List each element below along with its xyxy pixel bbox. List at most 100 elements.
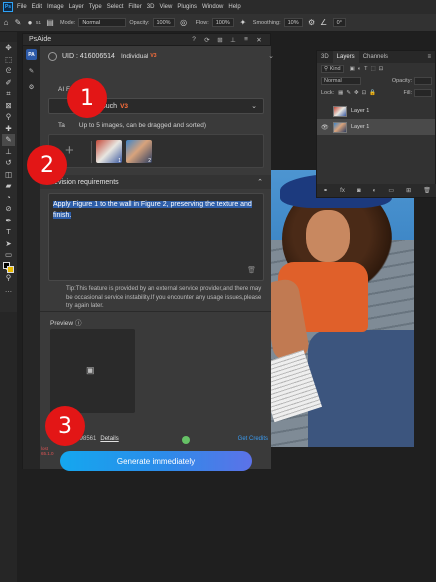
menu-select[interactable]: Select	[107, 4, 124, 10]
add-image-icon[interactable]: +	[65, 142, 74, 159]
menu-edit[interactable]: Edit	[32, 4, 42, 10]
dodge-tool-icon[interactable]: ⊘	[2, 203, 15, 215]
mask-icon[interactable]: ◙	[357, 188, 361, 194]
crop-tool-icon[interactable]: ⌗	[2, 88, 15, 100]
quick-select-tool-icon[interactable]: ✐	[2, 77, 15, 89]
stamp-tool-icon[interactable]: ⊥	[2, 146, 15, 158]
eraser-tool-icon[interactable]: ◫	[2, 169, 15, 181]
frame-tool-icon[interactable]: ⊠	[2, 100, 15, 112]
menu-file[interactable]: File	[17, 4, 27, 10]
layers-panel: 3D Layers Channels ≡ ⚲ Kind ▣◐T⬚⊡ Normal…	[316, 50, 436, 198]
close-icon[interactable]: ✕	[254, 36, 264, 44]
layer-opacity-input[interactable]	[414, 77, 432, 85]
image-thumbnail[interactable]: 1	[96, 140, 122, 164]
opacity-input[interactable]: 100%	[152, 18, 175, 27]
chevron-up-icon[interactable]: ⌃	[257, 178, 263, 186]
menu-help[interactable]: Help	[228, 4, 240, 10]
image-upload-area[interactable]: + 1 2	[48, 134, 264, 168]
kind-filter-select[interactable]: ⚲ Kind	[321, 65, 344, 73]
menu-layer[interactable]: Layer	[69, 4, 84, 10]
generate-button[interactable]: Generate immediately	[60, 451, 252, 471]
photoshop-logo: Ps	[3, 2, 13, 12]
gradient-tool-icon[interactable]: ▰	[2, 180, 15, 192]
healing-tool-icon[interactable]: ✚	[2, 123, 15, 135]
tab-3d[interactable]: 3D	[317, 51, 333, 63]
menu-view[interactable]: View	[159, 4, 172, 10]
marquee-tool-icon[interactable]: ⬚	[2, 54, 15, 66]
menu-plugins[interactable]: Plugins	[177, 4, 197, 10]
brush-tool-icon[interactable]: ✎	[12, 18, 24, 27]
menu-3d[interactable]: 3D	[147, 4, 155, 10]
filter-icons[interactable]: ▣◐T⬚⊡	[350, 66, 387, 72]
gear-icon[interactable]: ⚙	[306, 18, 318, 27]
pen-tool-icon[interactable]: ✒	[2, 215, 15, 227]
group-icon[interactable]: ▭	[388, 187, 394, 194]
layer-filter-row: ⚲ Kind ▣◐T⬚⊡	[317, 63, 435, 75]
angle-icon[interactable]: ∠	[318, 18, 330, 27]
eye-icon[interactable]: 👁	[321, 124, 329, 131]
menu-type[interactable]: Type	[89, 4, 102, 10]
lasso-tool-icon[interactable]: ᘓ	[2, 65, 15, 77]
brush-tool-icon[interactable]: ✎	[2, 134, 15, 146]
history-brush-icon[interactable]: ↺	[2, 157, 15, 169]
move-tool-icon[interactable]: ✥	[2, 42, 15, 54]
menu-window[interactable]: Window	[202, 4, 223, 10]
step-marker-3: 3	[45, 406, 85, 446]
fill-input[interactable]	[414, 89, 432, 97]
gear-icon[interactable]: ⚙	[26, 82, 37, 93]
more-tools-icon[interactable]: …	[2, 284, 15, 296]
get-credits-link[interactable]: Get Credits	[238, 436, 268, 442]
panel-menu-icon[interactable]: ≡	[423, 51, 435, 63]
angle-input[interactable]: 0°	[332, 18, 346, 27]
fx-icon[interactable]: fx	[340, 188, 345, 194]
images-hint: Ta Up to 5 images, can be dragged and sor…	[58, 122, 207, 129]
pressure-opacity-icon[interactable]: ◎	[178, 18, 190, 27]
tab-channels[interactable]: Channels	[359, 51, 392, 63]
link-layers-icon[interactable]: ⚭	[323, 187, 328, 194]
document-image[interactable]	[268, 170, 414, 447]
trash-icon[interactable]: 🗑	[247, 265, 256, 276]
background-color-swatch[interactable]	[7, 266, 14, 273]
new-layer-icon[interactable]: ⊞	[406, 187, 411, 194]
tab-layers[interactable]: Layers	[332, 51, 359, 63]
type-tool-icon[interactable]: T	[2, 226, 15, 238]
flow-input[interactable]: 100%	[211, 18, 234, 27]
details-link[interactable]: Details	[100, 436, 118, 442]
adjustment-icon[interactable]: ◐	[373, 188, 377, 194]
brush-settings-icon[interactable]: ▤	[44, 18, 56, 27]
layer-row[interactable]: Layer 1	[317, 103, 435, 119]
menu-icon[interactable]: ≡	[241, 36, 251, 43]
path-select-tool-icon[interactable]: ➤	[2, 238, 15, 250]
mode-select[interactable]: Normal	[78, 18, 127, 27]
eyedropper-tool-icon[interactable]: ⚲	[2, 111, 15, 123]
airbrush-icon[interactable]: ✦	[237, 18, 249, 27]
brush-icon[interactable]: ✎	[26, 66, 37, 77]
zoom-tool-icon[interactable]: ⚲	[2, 272, 15, 284]
settings-icon[interactable]: ⊞	[215, 36, 225, 44]
info-icon[interactable]: ⓘ	[75, 320, 82, 327]
lock-icons[interactable]: ▦✎✥⊡🔒	[338, 90, 379, 96]
lock-row: Lock: ▦✎✥⊡🔒 Fill:	[317, 87, 435, 99]
revision-textarea[interactable]: Apply Figure 1 to the wall in Figure 2, …	[48, 193, 264, 281]
blur-tool-icon[interactable]: ◔	[2, 192, 15, 204]
step-marker-1: 1	[67, 78, 107, 118]
menu-image[interactable]: Image	[47, 4, 64, 10]
home-icon[interactable]: ⌂	[0, 18, 12, 27]
menu-filter[interactable]: Filter	[128, 4, 141, 10]
trash-icon[interactable]: 🗑	[423, 187, 431, 194]
blend-mode-select[interactable]: Normal	[321, 77, 361, 85]
pin-icon[interactable]: ⊥	[228, 36, 238, 44]
tip-text: Tip:This feature is provided by an exter…	[66, 286, 262, 309]
rectangle-tool-icon[interactable]: ▭	[2, 249, 15, 261]
brush-preset-icon[interactable]: ●	[24, 18, 36, 27]
help-icon[interactable]: ?	[189, 36, 199, 43]
plan-label: Individual	[120, 52, 149, 60]
chevron-down-icon[interactable]: ⌄	[268, 52, 274, 60]
layer-row-selected[interactable]: 👁 Layer 1	[317, 119, 435, 135]
preview-area[interactable]: ▣	[50, 329, 135, 413]
revision-section-header[interactable]: Revision requirements ⌃	[40, 175, 271, 189]
image-thumbnail[interactable]: 2	[126, 140, 152, 164]
smoothing-input[interactable]: 10%	[283, 18, 303, 27]
refresh-icon[interactable]: ⟳	[202, 36, 212, 44]
opacity-label: Opacity:	[129, 19, 150, 26]
